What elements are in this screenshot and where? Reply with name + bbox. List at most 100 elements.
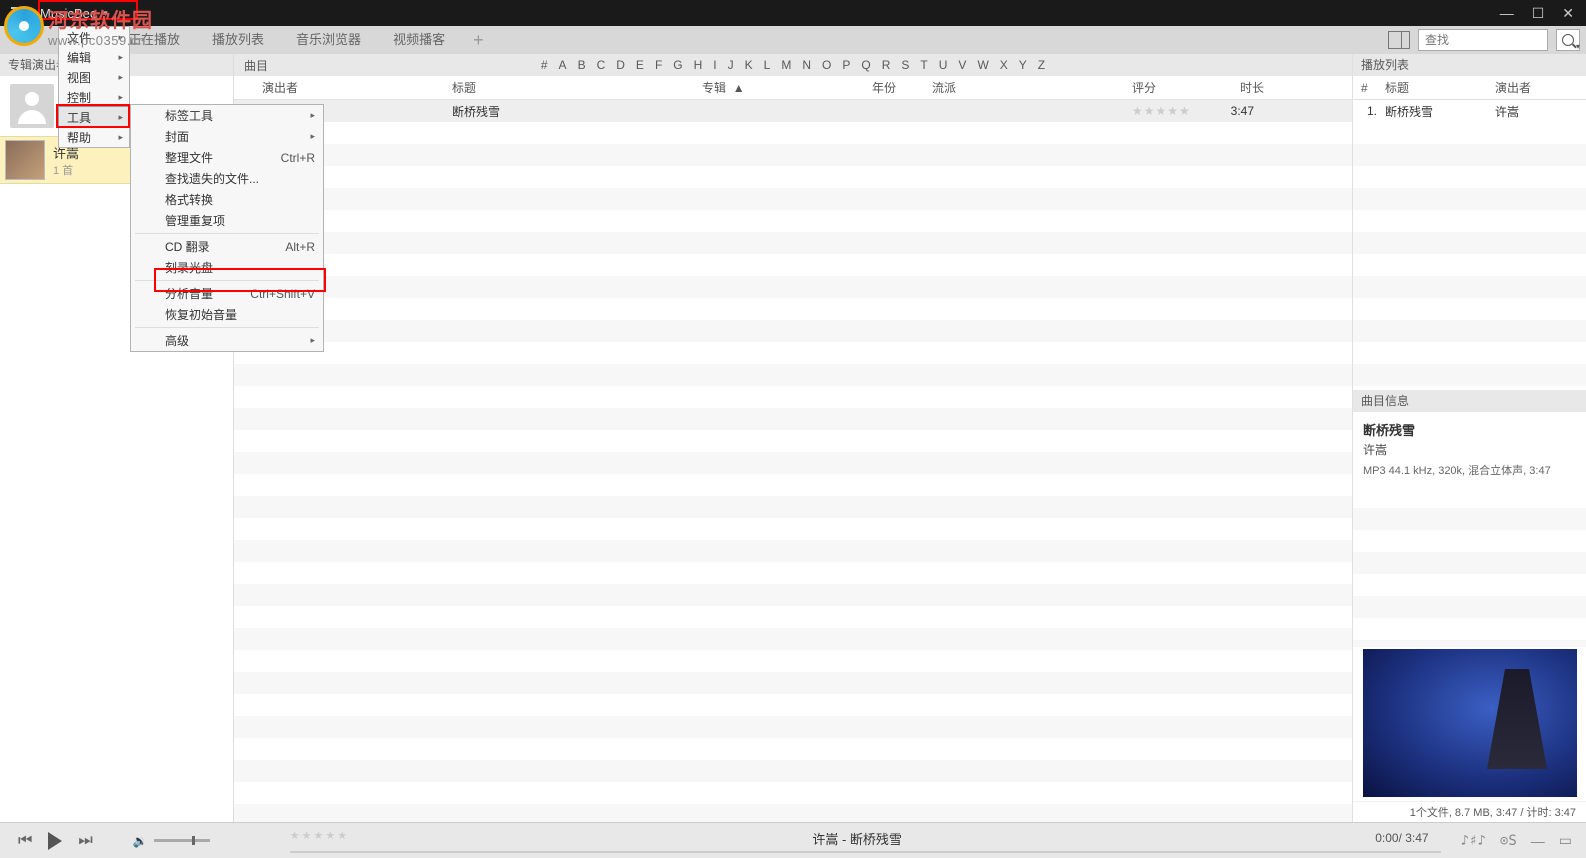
alpha-letter[interactable]: N <box>802 58 811 72</box>
prev-track-button[interactable]: ⏮ <box>18 832 32 850</box>
menu-cd-rip[interactable]: CD 翻录Alt+R <box>131 236 323 257</box>
equalizer-icon[interactable]: ♪♯♪ <box>1461 833 1486 849</box>
artist-track-count: 1 首 <box>53 162 79 178</box>
playlist-columns: # 标题 演出者 <box>1353 76 1586 100</box>
pl-col-artist[interactable]: 演出者 <box>1487 79 1531 96</box>
pl-col-title[interactable]: 标题 <box>1377 79 1487 96</box>
alpha-bar-label: 曲目 <box>244 57 268 74</box>
lastfm-icon[interactable]: ⊙S <box>1500 833 1517 849</box>
annotation-highlight-tools <box>56 104 130 128</box>
alpha-letter[interactable]: C <box>597 58 606 72</box>
menu-advanced[interactable]: 高级 <box>131 330 323 351</box>
watermark-logo-icon <box>4 6 44 46</box>
col-rating[interactable]: 评分 <box>1124 79 1204 96</box>
next-track-button[interactable]: ⏭ <box>78 832 92 850</box>
compact-view-icon[interactable]: ▭ <box>1559 832 1572 849</box>
watermark-text-2: www.pc0359.cn <box>48 33 153 48</box>
alpha-letter[interactable]: X <box>1000 58 1008 72</box>
watermark-overlay: 河东软件园 www.pc0359.cn <box>4 4 153 48</box>
menu-help[interactable]: 帮助 <box>59 127 129 147</box>
alpha-letter[interactable]: Z <box>1038 58 1045 72</box>
maximize-button[interactable]: ☐ <box>1532 5 1545 22</box>
tab-playlists[interactable]: 播放列表 <box>196 26 280 54</box>
search-icon: ▾ <box>1562 34 1574 46</box>
main-panel: 曲目 # ABCDEFGHIJKLMNOPQRSTUVWXYZ 演出者 标题 专辑… <box>234 54 1352 822</box>
alpha-letter[interactable]: R <box>882 58 891 72</box>
play-button[interactable] <box>48 832 62 850</box>
alpha-letter[interactable]: V <box>958 58 966 72</box>
col-title[interactable]: 标题 <box>444 79 694 96</box>
alpha-letter[interactable]: Y <box>1019 58 1027 72</box>
add-tab-button[interactable]: + <box>473 30 484 51</box>
alpha-letter[interactable]: S <box>901 58 909 72</box>
compact-minimize-icon[interactable]: — <box>1531 833 1545 849</box>
track-info-block: 断桥残雪 许嵩 MP3 44.1 kHz, 320k, 混合立体声, 3:47 <box>1353 412 1586 486</box>
playlist-row[interactable]: 1. 断桥残雪 许嵩 <box>1353 100 1586 122</box>
tab-music-browser[interactable]: 音乐浏览器 <box>280 26 377 54</box>
alpha-letter[interactable]: W <box>977 58 988 72</box>
col-year[interactable]: 年份 <box>864 79 924 96</box>
track-rating-stars[interactable]: ★★★★★ <box>1124 104 1204 118</box>
sort-indicator-icon: ▲ <box>733 81 745 95</box>
progress-bar[interactable] <box>290 851 1441 853</box>
pl-col-num[interactable]: # <box>1353 81 1377 95</box>
alpha-letter[interactable]: F <box>655 58 662 72</box>
album-art[interactable] <box>1363 649 1577 797</box>
menu-edit[interactable]: 编辑 <box>59 47 129 67</box>
status-line: 1个文件, 8.7 MB, 3:47 / 计时: 3:47 <box>1353 801 1586 822</box>
menu-format-convert[interactable]: 格式转换 <box>131 189 323 210</box>
alpha-letter[interactable]: O <box>822 58 831 72</box>
alpha-letter[interactable]: Q <box>861 58 870 72</box>
col-artist[interactable]: 演出者 <box>254 79 444 96</box>
panel-layout-icon[interactable] <box>1388 31 1410 49</box>
col-genre[interactable]: 流派 <box>924 79 1124 96</box>
titlebar: MusicBee ▾ — ☐ ✕ <box>0 0 1586 26</box>
track-info-tech: MP3 44.1 kHz, 320k, 混合立体声, 3:47 <box>1363 462 1576 478</box>
alpha-letter[interactable]: L <box>764 58 771 72</box>
close-button[interactable]: ✕ <box>1562 5 1574 22</box>
menu-restore-volume[interactable]: 恢复初始音量 <box>131 304 323 325</box>
alpha-letter[interactable]: K <box>745 58 753 72</box>
alpha-letter[interactable]: U <box>939 58 948 72</box>
tab-video-podcast[interactable]: 视频播客 <box>377 26 461 54</box>
column-headers: 演出者 标题 专辑 ▲ 年份 流派 评分 时长 <box>234 76 1352 100</box>
col-duration[interactable]: 时长 <box>1204 79 1264 96</box>
search-button[interactable]: ▾ <box>1556 29 1580 51</box>
volume-slider[interactable] <box>154 839 210 842</box>
empty-track-area <box>234 122 1352 822</box>
volume-control[interactable]: 🔉 <box>133 834 210 848</box>
alpha-letter[interactable]: I <box>713 58 716 72</box>
avatar-placeholder-icon <box>10 84 54 128</box>
menu-cover[interactable]: 封面 <box>131 126 323 147</box>
track-info-artist: 许嵩 <box>1363 441 1576 458</box>
watermark-text-1: 河东软件园 <box>48 4 153 33</box>
alpha-letter[interactable]: J <box>728 58 734 72</box>
menu-view[interactable]: 视图 <box>59 67 129 87</box>
playlist-header: 播放列表 <box>1353 54 1586 76</box>
right-panel: 播放列表 # 标题 演出者 1. 断桥残雪 许嵩 曲目信息 断桥残雪 许嵩 MP… <box>1352 54 1586 822</box>
player-time: 0:00/ 3:47 <box>1375 831 1428 845</box>
alpha-letter[interactable]: E <box>636 58 644 72</box>
minimize-button[interactable]: — <box>1500 5 1514 22</box>
alpha-letter[interactable]: T <box>920 58 927 72</box>
search-input[interactable] <box>1418 29 1548 51</box>
menu-organize[interactable]: 整理文件Ctrl+R <box>131 147 323 168</box>
alpha-letter[interactable]: A <box>559 58 567 72</box>
alpha-letter[interactable]: B <box>578 58 586 72</box>
alpha-letter[interactable]: P <box>842 58 850 72</box>
track-info-title: 断桥残雪 <box>1363 420 1576 439</box>
alpha-letter[interactable]: M <box>781 58 791 72</box>
menu-manage-dupes[interactable]: 管理重复项 <box>131 210 323 231</box>
alpha-letter[interactable]: D <box>616 58 625 72</box>
menu-tag-tools[interactable]: 标签工具 <box>131 105 323 126</box>
menu-find-missing[interactable]: 查找遗失的文件... <box>131 168 323 189</box>
toolbar: 音乐 正在播放 播放列表 音乐浏览器 视频播客 + ▾ <box>0 26 1586 54</box>
annotation-highlight-analyze <box>154 268 326 292</box>
now-playing-label: 许嵩 - 断桥残雪 <box>812 829 902 848</box>
track-row[interactable]: 断桥残雪 ★★★★★ 3:47 <box>234 100 1352 122</box>
col-album[interactable]: 专辑 ▲ <box>694 79 864 96</box>
alpha-letter[interactable]: G <box>673 58 682 72</box>
alpha-letter[interactable]: # <box>541 58 548 72</box>
player-rating[interactable]: ★★★★★ <box>290 829 349 842</box>
alpha-letter[interactable]: H <box>694 58 703 72</box>
